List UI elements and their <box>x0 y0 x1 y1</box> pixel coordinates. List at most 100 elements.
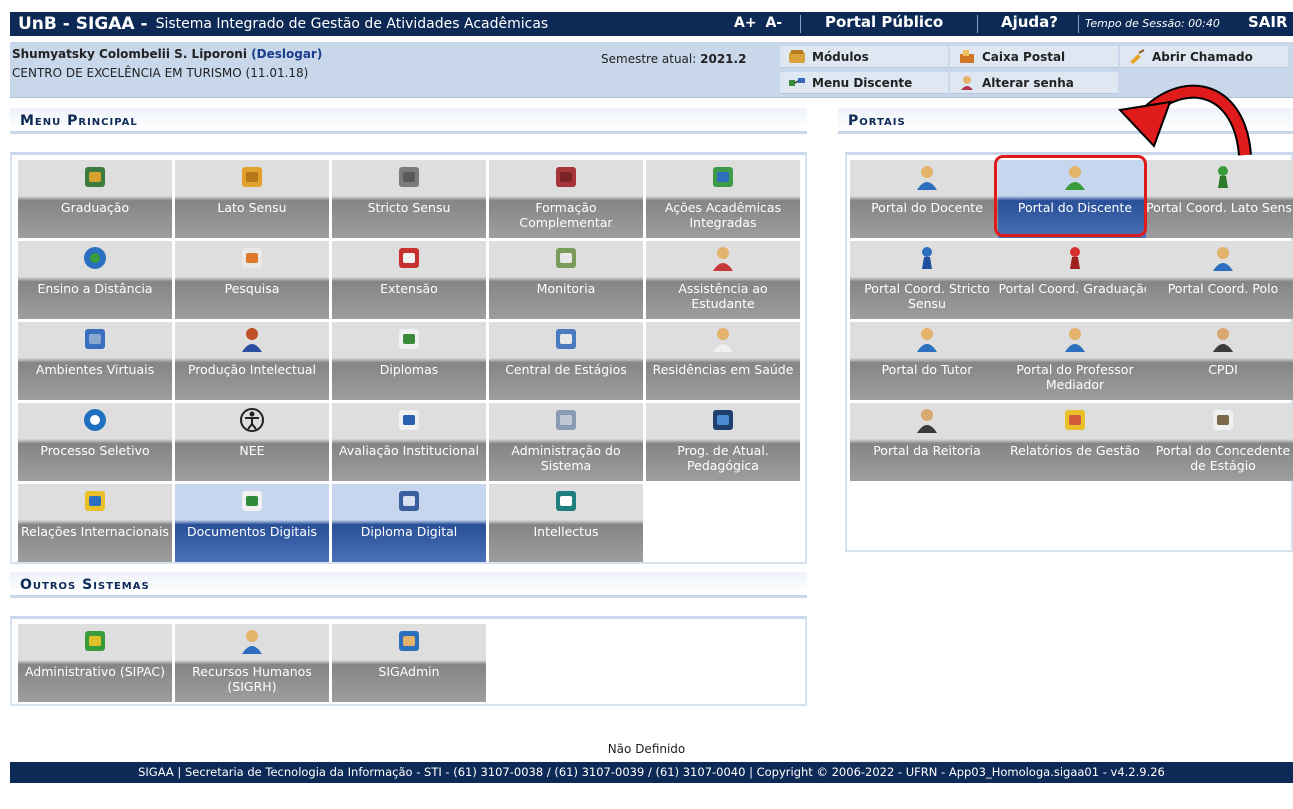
portal-tile[interactable]: Portal do Concedente de Estágio <box>1146 403 1293 481</box>
menu-discente-button[interactable]: Menu Discente <box>780 72 948 94</box>
abrir-chamado-button[interactable]: Abrir Chamado <box>1120 46 1288 68</box>
font-size-controls: A+ A- <box>734 15 786 31</box>
portal-tile[interactable]: Portal do Professor Mediador <box>998 322 1152 400</box>
portal-publico-link[interactable]: Portal Público <box>825 13 943 31</box>
menu-principal-tile[interactable]: Graduação <box>18 160 172 238</box>
sigaa-page: UnB - SIGAA - Sistema Integrado de Gestã… <box>0 0 1293 809</box>
highlight-frame <box>994 155 1147 237</box>
portal-tile[interactable]: Portal Coord. Graduação <box>998 241 1152 319</box>
certificate-icon <box>332 326 486 352</box>
menu-principal-tile[interactable]: Administração do Sistema <box>489 403 643 481</box>
caixa-postal-button[interactable]: Caixa Postal <box>950 46 1118 68</box>
puzzle-icon <box>646 164 800 190</box>
presentation-icon <box>646 407 800 433</box>
menu-principal-tile[interactable]: Intellectus <box>489 484 643 562</box>
contact-card-icon <box>489 326 643 352</box>
footer-bar: SIGAA | Secretaria de Tecnologia da Info… <box>10 762 1293 783</box>
logout-button[interactable]: SAIR <box>1248 13 1288 31</box>
spiral-icon <box>18 407 172 433</box>
menu-principal-tile[interactable]: Diploma Digital <box>332 484 486 562</box>
abrir-chamado-label: Abrir Chamado <box>1152 49 1253 64</box>
deslogar-link[interactable]: (Deslogar) <box>251 47 322 61</box>
person-blue-icon <box>850 326 1004 352</box>
menu-principal-tile-label: Formação Complementar <box>519 200 613 230</box>
menu-principal-tile[interactable]: Extensão <box>332 241 486 319</box>
outros-sistemas-tile[interactable]: Administrativo (SIPAC) <box>18 624 172 702</box>
menu-principal-tile[interactable]: Assistência ao Estudante <box>646 241 800 319</box>
flask-icon <box>175 245 329 271</box>
menu-principal-tile[interactable]: Diplomas <box>332 322 486 400</box>
menu-principal-tile[interactable]: Central de Estágios <box>489 322 643 400</box>
modulos-label: Módulos <box>812 49 869 64</box>
font-decrease-button[interactable]: A- <box>765 15 782 31</box>
top-bar: UnB - SIGAA - Sistema Integrado de Gestã… <box>10 12 1293 36</box>
board-icon <box>489 245 643 271</box>
menu-principal-tile-label: NEE <box>239 443 265 458</box>
menu-principal-tile-label: Diploma Digital <box>360 524 458 539</box>
menu-principal-tile[interactable]: Relações Internacionais <box>18 484 172 562</box>
reports-icon <box>998 407 1152 433</box>
portal-tile[interactable]: Portal Coord. Stricto Sensu <box>850 241 1004 319</box>
globe-icon <box>18 245 172 271</box>
portal-tile-label: Portal Coord. Lato Sensu <box>1146 200 1293 215</box>
house-icon <box>332 245 486 271</box>
menu-principal-tile-label: Intellectus <box>533 524 599 539</box>
portal-tile[interactable]: Portal Coord. Polo <box>1146 241 1293 319</box>
folder-icon <box>175 164 329 190</box>
menu-principal-tile-label: Ensino a Distância <box>37 281 153 296</box>
menu-principal-tile[interactable]: Ensino a Distância <box>18 241 172 319</box>
portal-tile[interactable]: Portal da Reitoria <box>850 403 1004 481</box>
session-timer: Tempo de Sessão: 00:40 <box>1085 17 1220 30</box>
portal-tile-label: Portal do Docente <box>871 200 983 215</box>
portal-tile-label: Portal Coord. Polo <box>1167 281 1279 296</box>
outros-sistemas-tile-label: Administrativo (SIPAC) <box>24 664 166 679</box>
menu-principal-tile-label: Graduação <box>60 200 130 215</box>
modulos-button[interactable]: Módulos <box>780 46 948 68</box>
portal-tile[interactable]: Portal do Tutor <box>850 322 1004 400</box>
menu-discente-icon <box>789 77 805 86</box>
broom-icon <box>1130 48 1145 64</box>
caixa-postal-label: Caixa Postal <box>982 49 1066 64</box>
outros-sistemas-tile[interactable]: SIGAdmin <box>332 624 486 702</box>
app-brand[interactable]: UnB - SIGAA - <box>10 14 148 34</box>
menu-principal-tile[interactable]: Lato Sensu <box>175 160 329 238</box>
menu-principal-tile[interactable]: Formação Complementar <box>489 160 643 238</box>
portal-tile[interactable]: Portal Coord. Lato Sensu <box>1146 160 1293 238</box>
support-icon <box>646 245 800 271</box>
outros-sistemas-tile[interactable]: Recursos Humanos (SIGRH) <box>175 624 329 702</box>
menu-principal-tile[interactable]: Documentos Digitais <box>175 484 329 562</box>
pawn-green-icon <box>1146 164 1293 190</box>
menu-principal-tile[interactable]: Ambientes Virtuais <box>18 322 172 400</box>
portal-tile[interactable]: Portal do Docente <box>850 160 1004 238</box>
menu-principal-tile-label: Processo Seletivo <box>40 443 150 458</box>
font-increase-button[interactable]: A+ <box>734 15 757 31</box>
menu-principal-tile[interactable]: Produção Intelectual <box>175 322 329 400</box>
menu-principal-tile[interactable]: Ações Acadêmicas Integradas <box>646 160 800 238</box>
user-name-line: Shumyatsky Colombelii S. Liporoni (Deslo… <box>12 47 322 61</box>
menu-principal-tile[interactable]: Avaliação Institucional <box>332 403 486 481</box>
portal-tile-label: CPDI <box>1208 362 1238 377</box>
document-edit-icon <box>332 407 486 433</box>
menu-principal-tile-label: Pesquisa <box>224 281 280 296</box>
id-card-icon <box>1146 407 1293 433</box>
users-icon <box>18 326 172 352</box>
menu-principal-tile[interactable]: NEE <box>175 403 329 481</box>
briefcase-icon <box>332 164 486 190</box>
accessibility-icon <box>175 407 329 433</box>
international-icon <box>18 488 172 514</box>
portal-tile[interactable]: CPDI <box>1146 322 1293 400</box>
menu-principal-tile[interactable]: Processo Seletivo <box>18 403 172 481</box>
help-link[interactable]: Ajuda? <box>1001 13 1058 31</box>
outros-sistemas-tile-label: SIGAdmin <box>378 664 440 679</box>
user-check-icon <box>175 326 329 352</box>
intellectus-icon <box>489 488 643 514</box>
menu-principal-tile[interactable]: Monitoria <box>489 241 643 319</box>
menu-principal-tile[interactable]: Pesquisa <box>175 241 329 319</box>
menu-principal-tile[interactable]: Prog. de Atual. Pedagógica <box>646 403 800 481</box>
menu-principal-tile[interactable]: Residências em Saúde <box>646 322 800 400</box>
portal-tile[interactable]: Relatórios de Gestão <box>998 403 1152 481</box>
books-icon <box>18 164 172 190</box>
menu-principal-tile-label: Assistência ao Estudante <box>678 281 768 311</box>
menu-principal-tile[interactable]: Stricto Sensu <box>332 160 486 238</box>
portal-tile-label: Portal do Tutor <box>881 362 973 377</box>
